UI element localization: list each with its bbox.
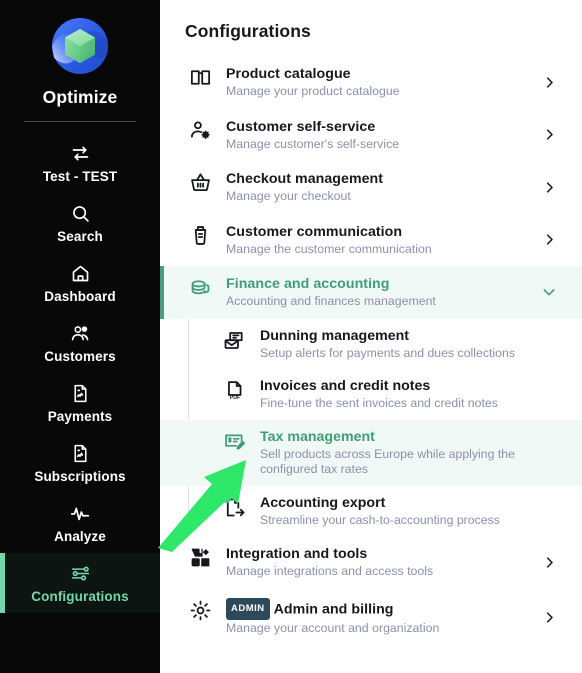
gear-icon [185, 598, 215, 622]
configuration-list: Product catalogue Manage your product ca… [160, 56, 582, 646]
home-icon [70, 262, 91, 284]
sidebar-item-label: Test - TEST [42, 169, 118, 184]
sidebar-item-subscriptions[interactable]: Subscriptions [0, 433, 160, 493]
tax-invoice-pencil-icon [219, 428, 249, 453]
sidebar-item-label: Configurations [31, 589, 129, 604]
sidebar-nav: Test - TEST Search Dashboard Customers P… [0, 122, 160, 613]
puzzle-icon [185, 545, 215, 569]
config-row-title: Finance and accounting [226, 276, 390, 292]
chevron-right-icon[interactable] [538, 75, 560, 90]
sidebar-item-label: Dashboard [44, 289, 116, 304]
sidebar-item-label: Search [57, 229, 103, 244]
open-book-icon [185, 65, 215, 89]
config-row-title: Product catalogue [226, 66, 351, 82]
config-subrow-dunning-management[interactable]: Dunning management Setup alerts for paym… [160, 319, 582, 370]
config-subrow-text: Dunning management Setup alerts for paym… [249, 327, 560, 362]
pdf-document-icon: PDF [219, 377, 249, 402]
sidebar: Optimize Test - TEST Search Dashboard Cu… [0, 0, 160, 673]
admin-badge: ADMIN [226, 597, 270, 620]
sidebar-item-label: Customers [44, 349, 116, 364]
chevron-down-icon[interactable] [538, 284, 560, 300]
config-row-title: Customer communication [226, 223, 403, 240]
config-subrow-title: Accounting export [260, 494, 386, 511]
page-title: Configurations [185, 21, 311, 41]
svg-text:PDF: PDF [229, 395, 239, 401]
config-subrow-text: Tax management Sell products across Euro… [249, 428, 560, 478]
user-gear-icon [185, 118, 215, 142]
chevron-right-icon[interactable] [538, 555, 560, 570]
sidebar-item-label: Payments [47, 409, 113, 424]
config-subrow-subtitle: Fine-tune the sent invoices and credit n… [260, 396, 498, 410]
config-row-title-wrap: ADMIN Admin and billing [226, 597, 538, 620]
config-subrow-subtitle: Setup alerts for payments and dues colle… [260, 345, 515, 360]
coins-stack-icon [185, 275, 215, 299]
config-row-title: Integration and tools [226, 546, 368, 562]
config-row-subtitle: Manage integrations and access tools [226, 564, 434, 578]
shopping-basket-icon [185, 170, 215, 194]
config-subrow-tax-management[interactable]: Tax management Sell products across Euro… [160, 419, 582, 486]
config-subrow-subtitle: Streamline your cash-to-accounting proce… [260, 512, 500, 527]
config-subrow-title: Dunning management [260, 327, 409, 344]
config-row-subtitle: Manage your product catalogue [226, 84, 400, 98]
sidebar-item-label: Subscriptions [34, 469, 126, 484]
config-row-customer-self-service[interactable]: Customer self-service Manage customer's … [160, 109, 582, 162]
search-icon [70, 202, 91, 224]
sliders-icon [70, 562, 91, 584]
config-row-text: ADMIN Admin and billing Manage your accou… [215, 597, 538, 637]
sidebar-item-dashboard[interactable]: Dashboard [0, 253, 160, 313]
config-row-product-catalogue[interactable]: Product catalogue Manage your product ca… [160, 56, 582, 109]
status-dot [222, 493, 231, 503]
swap-arrows-icon [70, 142, 91, 164]
config-row-text: Product catalogue Manage your product ca… [215, 65, 538, 100]
sidebar-item-customers[interactable]: Customers [0, 313, 160, 373]
sidebar-item-configurations[interactable]: Configurations [0, 553, 160, 613]
document-chart-icon [70, 442, 91, 464]
config-subrow-text: Accounting export Streamline your cash-t… [249, 494, 560, 529]
config-row-text: Customer self-service Manage customer's … [215, 118, 538, 153]
config-row-subtitle: Manage your account and organization [226, 621, 440, 635]
logo-container [0, 14, 160, 78]
sidebar-item-analyze[interactable]: Analyze [0, 493, 160, 553]
config-row-integration-and-tools[interactable]: Integration and tools Manage integration… [160, 536, 582, 589]
config-subrow-text: Invoices and credit notes Fine-tune the … [249, 377, 560, 412]
users-icon [70, 322, 91, 344]
config-row-title: Customer self-service [226, 118, 376, 135]
megaphone-icon [185, 223, 215, 247]
chevron-right-icon[interactable] [538, 127, 560, 142]
chevron-right-icon[interactable] [538, 232, 560, 247]
config-row-subtitle: Manage the customer communication [226, 241, 432, 256]
config-row-text: Integration and tools Manage integration… [215, 545, 538, 580]
optimize-sphere-logo [52, 18, 108, 74]
sidebar-item-payments[interactable]: Payments [0, 373, 160, 433]
mail-cards-icon [219, 327, 249, 352]
config-row-checkout-management[interactable]: Checkout management Manage your checkout [160, 161, 582, 214]
config-subrow-invoices-and-credit-notes[interactable]: PDF Invoices and credit notes Fine-tune … [160, 369, 582, 420]
config-row-customer-communication[interactable]: Customer communication Manage the custom… [160, 214, 582, 267]
sidebar-item-label: Analyze [54, 529, 106, 544]
config-row-text: Finance and accounting Accounting and fi… [215, 275, 538, 310]
config-row-title: Admin and billing [273, 601, 394, 617]
config-row-subtitle: Accounting and finances management [226, 294, 436, 308]
pulse-activity-icon [69, 502, 91, 524]
chevron-right-icon[interactable] [538, 180, 560, 195]
config-row-text: Checkout management Manage your checkout [215, 170, 538, 205]
finance-sub-list: Dunning management Setup alerts for paym… [160, 318, 582, 537]
chevron-right-icon[interactable] [538, 610, 560, 625]
config-subrow-title: Tax management [260, 428, 375, 445]
config-subrow-subtitle: Sell products across Europe while applyi… [260, 446, 515, 477]
sidebar-item-search[interactable]: Search [0, 193, 160, 253]
document-chart-icon [70, 382, 91, 404]
app-root: Optimize Test - TEST Search Dashboard Cu… [0, 0, 582, 673]
config-row-subtitle: Manage customer's self-service [226, 136, 400, 151]
brand-name: Optimize [42, 87, 118, 107]
config-row-text: Customer communication Manage the custom… [215, 223, 538, 258]
config-row-subtitle: Manage your checkout [226, 189, 351, 203]
sidebar-item-test[interactable]: Test - TEST [0, 133, 160, 193]
config-row-admin-and-billing[interactable]: ADMIN Admin and billing Manage your accou… [160, 589, 582, 646]
config-subrow-title: Invoices and credit notes [260, 378, 431, 394]
config-subrow-accounting-export[interactable]: Accounting export Streamline your cash-t… [160, 486, 582, 537]
main-content: Configurations Product catalogue Manage … [160, 0, 582, 673]
config-row-title: Checkout management [226, 171, 384, 187]
config-row-finance-and-accounting[interactable]: Finance and accounting Accounting and fi… [160, 266, 582, 319]
